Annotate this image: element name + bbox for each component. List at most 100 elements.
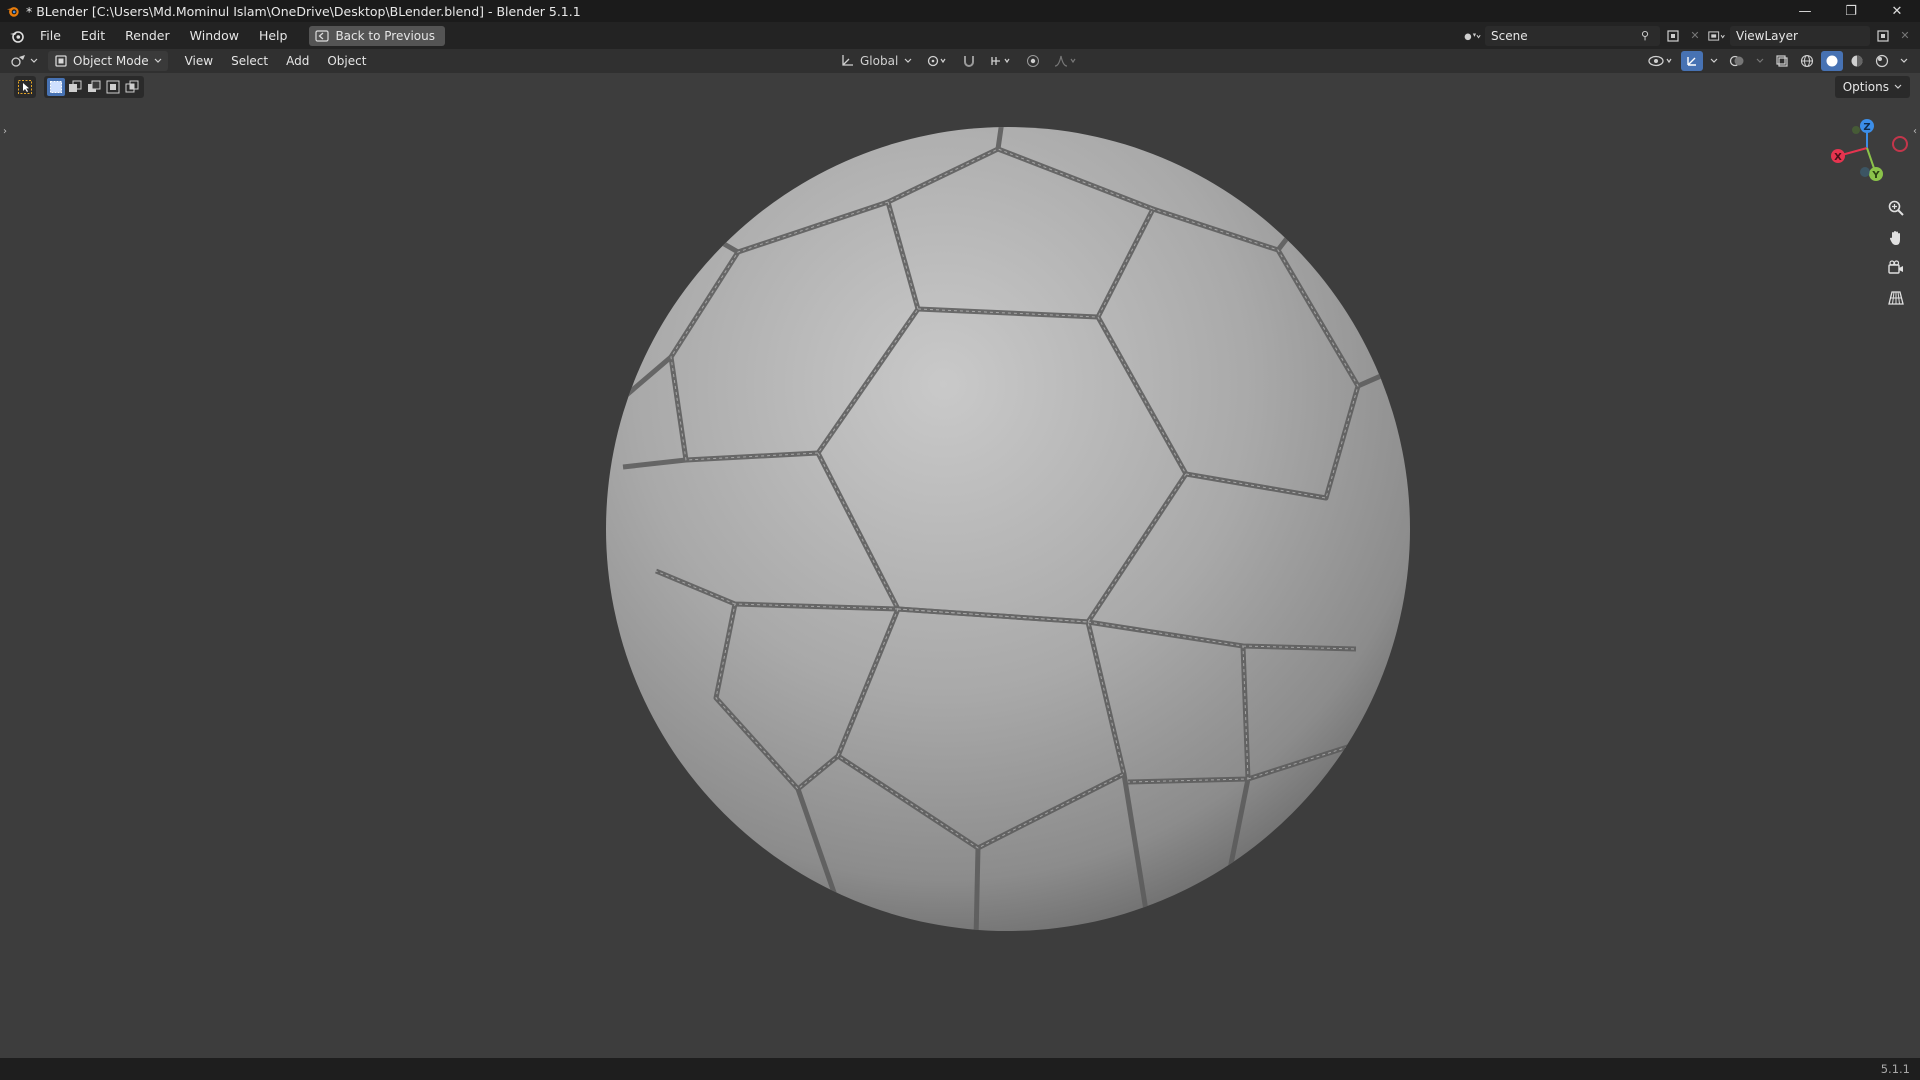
chevron-down-icon (1756, 58, 1764, 63)
viewport-menu-add[interactable]: Add (277, 54, 318, 68)
blender-menu-button[interactable] (4, 25, 30, 47)
select-new-icon (50, 81, 62, 93)
view-layer-name: ViewLayer (1736, 28, 1798, 43)
options-dropdown[interactable]: Options (1834, 76, 1910, 98)
menu-render[interactable]: Render (115, 25, 180, 47)
pin-icon[interactable]: ⚲ (1636, 27, 1654, 45)
negative-y-axis-handle[interactable] (1852, 126, 1860, 134)
object-mode-icon (55, 55, 67, 67)
gizmo-toggle[interactable] (1681, 51, 1703, 71)
chevron-down-icon (1900, 58, 1908, 63)
workspace-right-controls: Scene ⚲ ✕ ViewLayer ✕ (1463, 22, 1920, 49)
scene-selector-icon[interactable] (1463, 27, 1481, 45)
window-controls: — ❐ ✕ (1782, 0, 1920, 22)
select-mode-invert[interactable] (104, 78, 122, 96)
back-to-previous-label: Back to Previous (335, 28, 435, 43)
viewport-menu-select[interactable]: Select (222, 54, 277, 68)
editor-type-dropdown[interactable] (10, 51, 42, 71)
select-extend-icon (69, 80, 82, 92)
mode-label: Object Mode (73, 54, 149, 68)
falloff-curve-icon (1055, 55, 1076, 67)
overlays-dropdown[interactable] (1752, 51, 1768, 71)
proportional-falloff-dropdown[interactable] (1050, 51, 1082, 71)
negative-x-axis-handle[interactable] (1892, 136, 1908, 152)
minimize-button[interactable]: — (1782, 0, 1828, 22)
title-bar: * BLender [C:\Users\Md.Mominul Islam\One… (0, 0, 1920, 22)
scene-field[interactable]: Scene ⚲ (1485, 25, 1660, 46)
camera-icon (1888, 260, 1903, 274)
delete-view-layer-icon[interactable]: ✕ (1896, 27, 1914, 45)
selection-mode-group (44, 76, 144, 98)
solid-sphere-icon (1826, 55, 1838, 67)
navigation-gizmo[interactable]: Z X Y (1820, 116, 1910, 186)
select-box-tool-icon (18, 80, 32, 94)
sidebar-expand-toggle[interactable]: ‹ (1910, 122, 1920, 140)
menu-window[interactable]: Window (180, 25, 249, 47)
chevron-down-icon (30, 58, 38, 63)
snap-target-dropdown[interactable] (986, 51, 1016, 71)
menu-edit[interactable]: Edit (71, 25, 115, 47)
snap-toggle[interactable] (958, 51, 980, 71)
viewport-menu-view[interactable]: View (176, 54, 222, 68)
transform-orientation-label: Global (860, 54, 899, 68)
perspective-toggle-button[interactable] (1882, 286, 1910, 310)
orientation-axes-icon (842, 55, 853, 66)
transform-orientation-dropdown[interactable]: Global (836, 51, 916, 71)
shading-dropdown[interactable] (1896, 51, 1912, 71)
shading-rendered-button[interactable] (1871, 51, 1893, 71)
shading-wireframe-button[interactable] (1796, 51, 1818, 71)
zoom-button[interactable] (1882, 196, 1910, 220)
shading-material-button[interactable] (1846, 51, 1868, 71)
x-axis-label: X (1834, 152, 1842, 163)
transform-tools: Global (836, 51, 1082, 71)
material-sphere-icon (1851, 55, 1863, 67)
overlays-toggle[interactable] (1725, 51, 1749, 71)
select-mode-intersect[interactable] (123, 78, 141, 96)
menu-bar: File Edit Render Window Help Back to Pre… (0, 22, 1920, 49)
camera-view-button[interactable] (1882, 256, 1910, 280)
pan-button[interactable] (1882, 226, 1910, 250)
view-layer-field[interactable]: ViewLayer (1730, 25, 1870, 46)
shading-solid-button[interactable] (1821, 51, 1843, 71)
tool-settings-row (14, 76, 144, 98)
negative-z-axis-handle[interactable] (1860, 167, 1870, 177)
pivot-icon (928, 55, 946, 67)
toolbar-expand-toggle[interactable]: › (0, 122, 10, 140)
view-layer-selector-icon[interactable] (1708, 27, 1726, 45)
chevron-down-icon (154, 58, 162, 63)
gizmo-icon (1687, 57, 1696, 66)
close-button[interactable]: ✕ (1874, 0, 1920, 22)
blender-logo-icon (10, 30, 24, 43)
select-invert-icon (106, 80, 120, 94)
menu-file[interactable]: File (30, 25, 71, 47)
magnet-icon (964, 56, 975, 67)
maximize-button[interactable]: ❐ (1828, 0, 1874, 22)
gizmo-dropdown[interactable] (1706, 51, 1722, 71)
pivot-point-dropdown[interactable] (922, 51, 952, 71)
wireframe-sphere-icon (1800, 54, 1814, 68)
viewport-menu-object[interactable]: Object (318, 54, 375, 68)
select-mode-subtract[interactable] (85, 78, 103, 96)
active-tool-button[interactable] (14, 76, 36, 98)
chevron-down-icon (904, 58, 912, 63)
select-mode-extend[interactable] (66, 78, 84, 96)
zoom-icon (1888, 200, 1904, 216)
mode-dropdown[interactable]: Object Mode (48, 51, 168, 71)
hand-icon (1889, 231, 1900, 245)
soccer-ball-mesh[interactable] (598, 124, 1418, 944)
new-scene-icon[interactable] (1664, 27, 1682, 45)
back-to-previous-button[interactable]: Back to Previous (309, 25, 445, 46)
select-mode-new[interactable] (47, 78, 65, 96)
proportional-editing-toggle[interactable] (1022, 51, 1044, 71)
object-visibility-dropdown[interactable] (1644, 51, 1678, 71)
back-arrow-icon (315, 29, 330, 42)
overlays-icon (1729, 55, 1744, 67)
delete-scene-icon[interactable]: ✕ (1686, 27, 1704, 45)
rendered-sphere-icon (1875, 54, 1889, 68)
xray-toggle[interactable] (1771, 51, 1793, 71)
menu-help[interactable]: Help (249, 25, 298, 47)
new-view-layer-icon[interactable] (1874, 27, 1892, 45)
y-axis-label: Y (1871, 170, 1880, 181)
snap-increment-icon (991, 57, 1010, 65)
scene-name: Scene (1491, 28, 1528, 43)
